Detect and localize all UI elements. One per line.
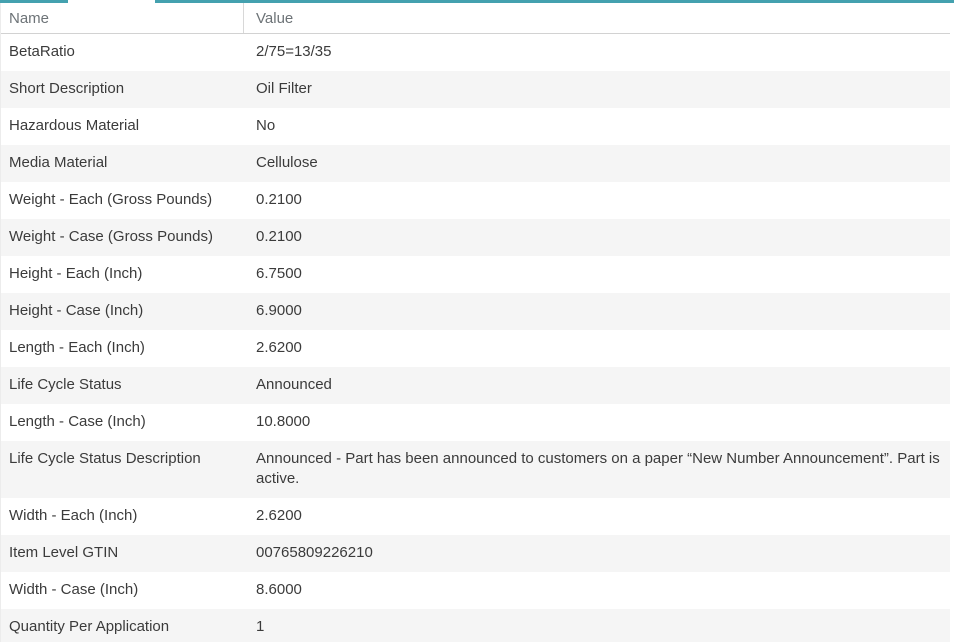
attribute-name-cell: Media Material [9, 154, 108, 171]
attribute-name-cell: Hazardous Material [9, 117, 140, 134]
attribute-value-cell: 00765809226210 [256, 544, 373, 561]
table-row: Life Cycle Status Description Announced … [1, 441, 950, 498]
attribute-value-cell: Cellulose [256, 154, 318, 171]
table-row: Weight - Case (Gross Pounds) 0.2100 [1, 219, 950, 256]
attribute-name-cell: Width - Case (Inch) [9, 581, 139, 598]
attribute-value-cell: 1 [256, 618, 265, 635]
attribute-name-cell: Life Cycle Status [9, 376, 122, 393]
column-header-value[interactable]: Value [244, 3, 950, 33]
attribute-value-cell: 2.6200 [256, 507, 302, 524]
attribute-name-cell: Height - Each (Inch) [9, 265, 143, 282]
table-row: Media Material Cellulose [1, 145, 950, 182]
attribute-name-cell: Short Description [9, 80, 125, 97]
attribute-name-cell: Weight - Each (Gross Pounds) [9, 191, 213, 208]
attribute-value-cell: Announced [256, 376, 332, 393]
table-body: BetaRatio 2/75=13/35 Short Description O… [1, 34, 950, 642]
table-row: Hazardous Material No [1, 108, 950, 145]
table-row: Short Description Oil Filter [1, 71, 950, 108]
attribute-value-cell: 8.6000 [256, 581, 302, 598]
attribute-value-cell: 0.2100 [256, 228, 302, 245]
attribute-name-cell: Width - Each (Inch) [9, 507, 138, 524]
table-row: Width - Each (Inch) 2.6200 [1, 498, 950, 535]
table-row: Item Level GTIN 00765809226210 [1, 535, 950, 572]
tab-strip-bottom-border [0, 0, 954, 3]
attribute-name-cell: Length - Case (Inch) [9, 413, 146, 430]
attribute-name-cell: BetaRatio [9, 43, 75, 60]
attribute-name-cell: Quantity Per Application [9, 618, 170, 635]
attribute-value-cell: 6.9000 [256, 302, 302, 319]
attribute-name-cell: Height - Case (Inch) [9, 302, 144, 319]
column-header-name[interactable]: Name [1, 3, 244, 33]
attributes-table: Name Value BetaRatio 2/75=13/35 Short De… [0, 3, 950, 642]
table-row: Width - Case (Inch) 8.6000 [1, 572, 950, 609]
attribute-name-cell: Weight - Case (Gross Pounds) [9, 228, 213, 245]
attributes-panel: Name Value BetaRatio 2/75=13/35 Short De… [0, 0, 954, 642]
attribute-name-cell: Length - Each (Inch) [9, 339, 145, 356]
attribute-value-cell: Oil Filter [256, 80, 312, 97]
table-row: Length - Case (Inch) 10.8000 [1, 404, 950, 441]
table-row: Life Cycle Status Announced [1, 367, 950, 404]
table-row: BetaRatio 2/75=13/35 [1, 34, 950, 71]
attribute-name-cell: Life Cycle Status Description [9, 450, 201, 467]
attribute-value-cell: 0.2100 [256, 191, 302, 208]
attribute-value-cell: 6.7500 [256, 265, 302, 282]
attribute-value-cell: 10.8000 [256, 413, 311, 430]
attribute-value-cell: Announced - Part has been announced to c… [256, 450, 940, 487]
table-row: Height - Each (Inch) 6.7500 [1, 256, 950, 293]
attribute-value-cell: 2.6200 [256, 339, 302, 356]
table-row: Length - Each (Inch) 2.6200 [1, 330, 950, 367]
attribute-value-cell: 2/75=13/35 [256, 43, 332, 60]
attribute-name-cell: Item Level GTIN [9, 544, 119, 561]
table-row: Weight - Each (Gross Pounds) 0.2100 [1, 182, 950, 219]
attribute-value-cell: No [256, 117, 276, 134]
table-header-row: Name Value [1, 3, 950, 34]
active-tab-gap [68, 0, 155, 3]
table-row: Height - Case (Inch) 6.9000 [1, 293, 950, 330]
table-row: Quantity Per Application 1 [1, 609, 950, 642]
